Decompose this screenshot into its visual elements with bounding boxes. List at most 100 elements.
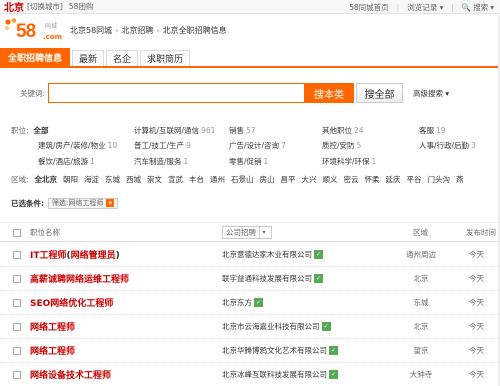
area-filter-item[interactable]: 昌平: [281, 174, 296, 185]
company-link[interactable]: 北京意德达家木业有限公司 ✓: [222, 249, 323, 260]
job-title-part: 工程师: [48, 347, 76, 357]
close-icon[interactable]: ✕: [106, 199, 115, 207]
job-filter-item[interactable]: 广告/设计/咨询 7: [229, 139, 286, 151]
row-checkbox[interactable]: [13, 371, 21, 379]
job-title-link[interactable]: 网络工程师: [30, 344, 75, 357]
area-filter-item[interactable]: 东城: [105, 174, 120, 185]
area-filter-label: 区域:: [11, 174, 29, 184]
search-all-button[interactable]: 搜全部: [356, 83, 403, 103]
area-filter-item[interactable]: 门头沟: [428, 174, 451, 185]
verified-icon: ✓: [321, 322, 331, 331]
job-filter-item[interactable]: 餐饮/酒店/旅游 1: [38, 155, 95, 167]
history-link[interactable]: 浏览记录 ▾: [407, 2, 443, 13]
switch-city-link[interactable]: [切换城市]: [27, 1, 63, 12]
area-filter-item[interactable]: 丰台: [189, 174, 204, 185]
post-time: 今天: [469, 298, 484, 307]
job-area: 通州周边: [406, 250, 436, 259]
row-checkbox[interactable]: [13, 347, 21, 355]
job-filter-item[interactable]: 普工/技工/生产 9: [134, 139, 191, 151]
tab-fulltime[interactable]: 全职招聘信息: [0, 48, 71, 66]
job-title-part: IT: [30, 251, 40, 261]
search-category-button[interactable]: 搜本类: [304, 83, 354, 103]
job-filter-item[interactable]: 零售/促销 1: [229, 155, 268, 167]
company-link[interactable]: 北京市云海嘉业科技有限公司 ✓: [222, 321, 331, 332]
company-name: 北京市云海嘉业科技有限公司: [222, 322, 320, 331]
table-row: SEO网络优化工程师 北京东方 ✓ 东城 今天: [0, 291, 500, 315]
area-filter-item[interactable]: 房山: [260, 174, 275, 185]
job-filter-item[interactable]: 建筑/房产/装修/物业 10: [38, 139, 117, 151]
job-title-link[interactable]: 网络工程师: [30, 320, 75, 333]
area-filter-item[interactable]: 延庆: [386, 174, 401, 185]
area-filter-item[interactable]: 宣武: [168, 174, 183, 185]
job-filter-item[interactable]: 销售 57: [229, 124, 256, 136]
area-filter-item[interactable]: 朝阳: [63, 174, 78, 185]
area-filter-item[interactable]: 燕: [456, 174, 464, 185]
job-title-part: 网络: [30, 347, 49, 357]
table-row: 网络工程师 北京市云海嘉业科技有限公司 ✓ 北京 今天: [0, 315, 500, 339]
row-checkbox[interactable]: [13, 299, 21, 307]
chevron-down-icon: ▾: [259, 227, 268, 238]
row-checkbox[interactable]: [13, 323, 21, 331]
area-filter-item[interactable]: 顺义: [323, 174, 338, 185]
job-filter-item[interactable]: 汽车制造/服务 1: [134, 155, 188, 167]
job-filter-item[interactable]: 环境科学/环保 1: [322, 155, 376, 167]
table-row: 网络设备技术工程师 北京冰峰互联科技发展有限公司 ✓ 大钟寺 今天: [0, 363, 500, 386]
job-filter-item[interactable]: 其他职位 24: [322, 124, 364, 136]
table-row: 高薪诚聘网络运维工程师 联宇益通科技发展有限公司 ✓ 北京 今天: [0, 267, 500, 291]
filter-chip: 筛选:网络工程师 ✕: [48, 197, 119, 209]
job-title-part: SEO: [30, 299, 51, 309]
tab-latest[interactable]: 最新: [72, 50, 105, 66]
company-link[interactable]: 北京东方 ✓: [222, 297, 263, 308]
job-title-link[interactable]: 高薪诚聘网络运维工程师: [30, 272, 129, 285]
tab-famous[interactable]: 名企: [106, 50, 139, 66]
row-checkbox[interactable]: [13, 275, 21, 283]
keyword-input[interactable]: [48, 83, 304, 103]
company-link[interactable]: 北京冰峰互联科技发展有限公司 ✓: [222, 369, 338, 380]
area-filter-item[interactable]: 石景山: [231, 174, 254, 185]
job-filter-item[interactable]: 客服 19: [419, 124, 446, 136]
verified-icon: ✓: [329, 370, 338, 379]
job-title-link[interactable]: SEO网络优化工程师: [30, 296, 113, 309]
select-all-checkbox[interactable]: [13, 229, 21, 237]
company-name: 北京意德达家木业有限公司: [222, 250, 312, 259]
area-filter-item[interactable]: 密云: [344, 174, 359, 185]
current-city: 北京: [4, 3, 24, 14]
table-row: IT工程师(网络管理员) 北京意德达家木业有限公司 ✓ 通州周边 今天: [0, 243, 500, 267]
area-filter-all[interactable]: 全北京: [35, 174, 58, 185]
breadcrumb-item[interactable]: 北京招聘: [121, 25, 153, 36]
area-filter-item[interactable]: 大兴: [302, 174, 317, 185]
selected-conditions: 已选条件: 筛选:网络工程师 ✕: [0, 196, 500, 210]
tab-resume[interactable]: 求职简历: [140, 50, 191, 66]
area-filter-item[interactable]: 崇文: [147, 174, 162, 185]
verified-icon: ✓: [314, 274, 323, 283]
search-link[interactable]: 🔍 搜索 ▾: [462, 2, 494, 13]
job-filter-item[interactable]: 质控/安防 5: [322, 139, 361, 151]
job-title-link[interactable]: 网络设备技术工程师: [30, 368, 111, 381]
area-filter-item[interactable]: 西城: [126, 174, 141, 185]
area-filter-item[interactable]: 怀柔: [365, 174, 380, 185]
row-checkbox[interactable]: [13, 251, 21, 259]
job-title-part: 工程师: [84, 371, 112, 381]
breadcrumb-item[interactable]: 北京58同城: [70, 25, 112, 36]
header: 58 同城 .com 北京58同城 › 北京招聘 › 北京全职招聘信息: [0, 14, 500, 46]
company-link[interactable]: 北京华腾博鸦文化艺术有限公司 ✓: [222, 345, 338, 356]
area-filter-item[interactable]: 海淀: [84, 174, 99, 185]
group-buy-link[interactable]: 58团购: [69, 1, 94, 12]
job-title-part: 管理员: [88, 251, 116, 261]
area-filter-item[interactable]: 通州: [210, 174, 225, 185]
job-filter-item[interactable]: 计算机/互联网/通信 961: [134, 124, 215, 136]
advanced-search-link[interactable]: 高级搜索 ▾: [413, 88, 449, 99]
area-filter-item[interactable]: 平谷: [407, 174, 422, 185]
company-filter-dropdown[interactable]: 公司招聘 ▾: [222, 226, 272, 239]
job-title-part: 设备技术: [48, 371, 85, 381]
job-title-link[interactable]: IT工程师(网络管理员): [30, 248, 120, 261]
job-filter-all[interactable]: 全部: [34, 125, 49, 136]
company-name: 北京华腾博鸦文化艺术有限公司: [222, 346, 327, 355]
home-link[interactable]: 58同城首页: [349, 2, 389, 13]
company-link[interactable]: 联宇益通科技发展有限公司 ✓: [222, 273, 323, 284]
table-row: 网络工程师 北京华腾博鸦文化艺术有限公司 ✓ 望京 今天: [0, 339, 500, 363]
site-logo[interactable]: 58 同城 .com: [4, 16, 64, 44]
job-filter-item[interactable]: 人事/行政/后勤 3: [419, 139, 476, 151]
job-title-part: 运维: [84, 275, 103, 285]
job-area: 东城: [413, 298, 429, 307]
